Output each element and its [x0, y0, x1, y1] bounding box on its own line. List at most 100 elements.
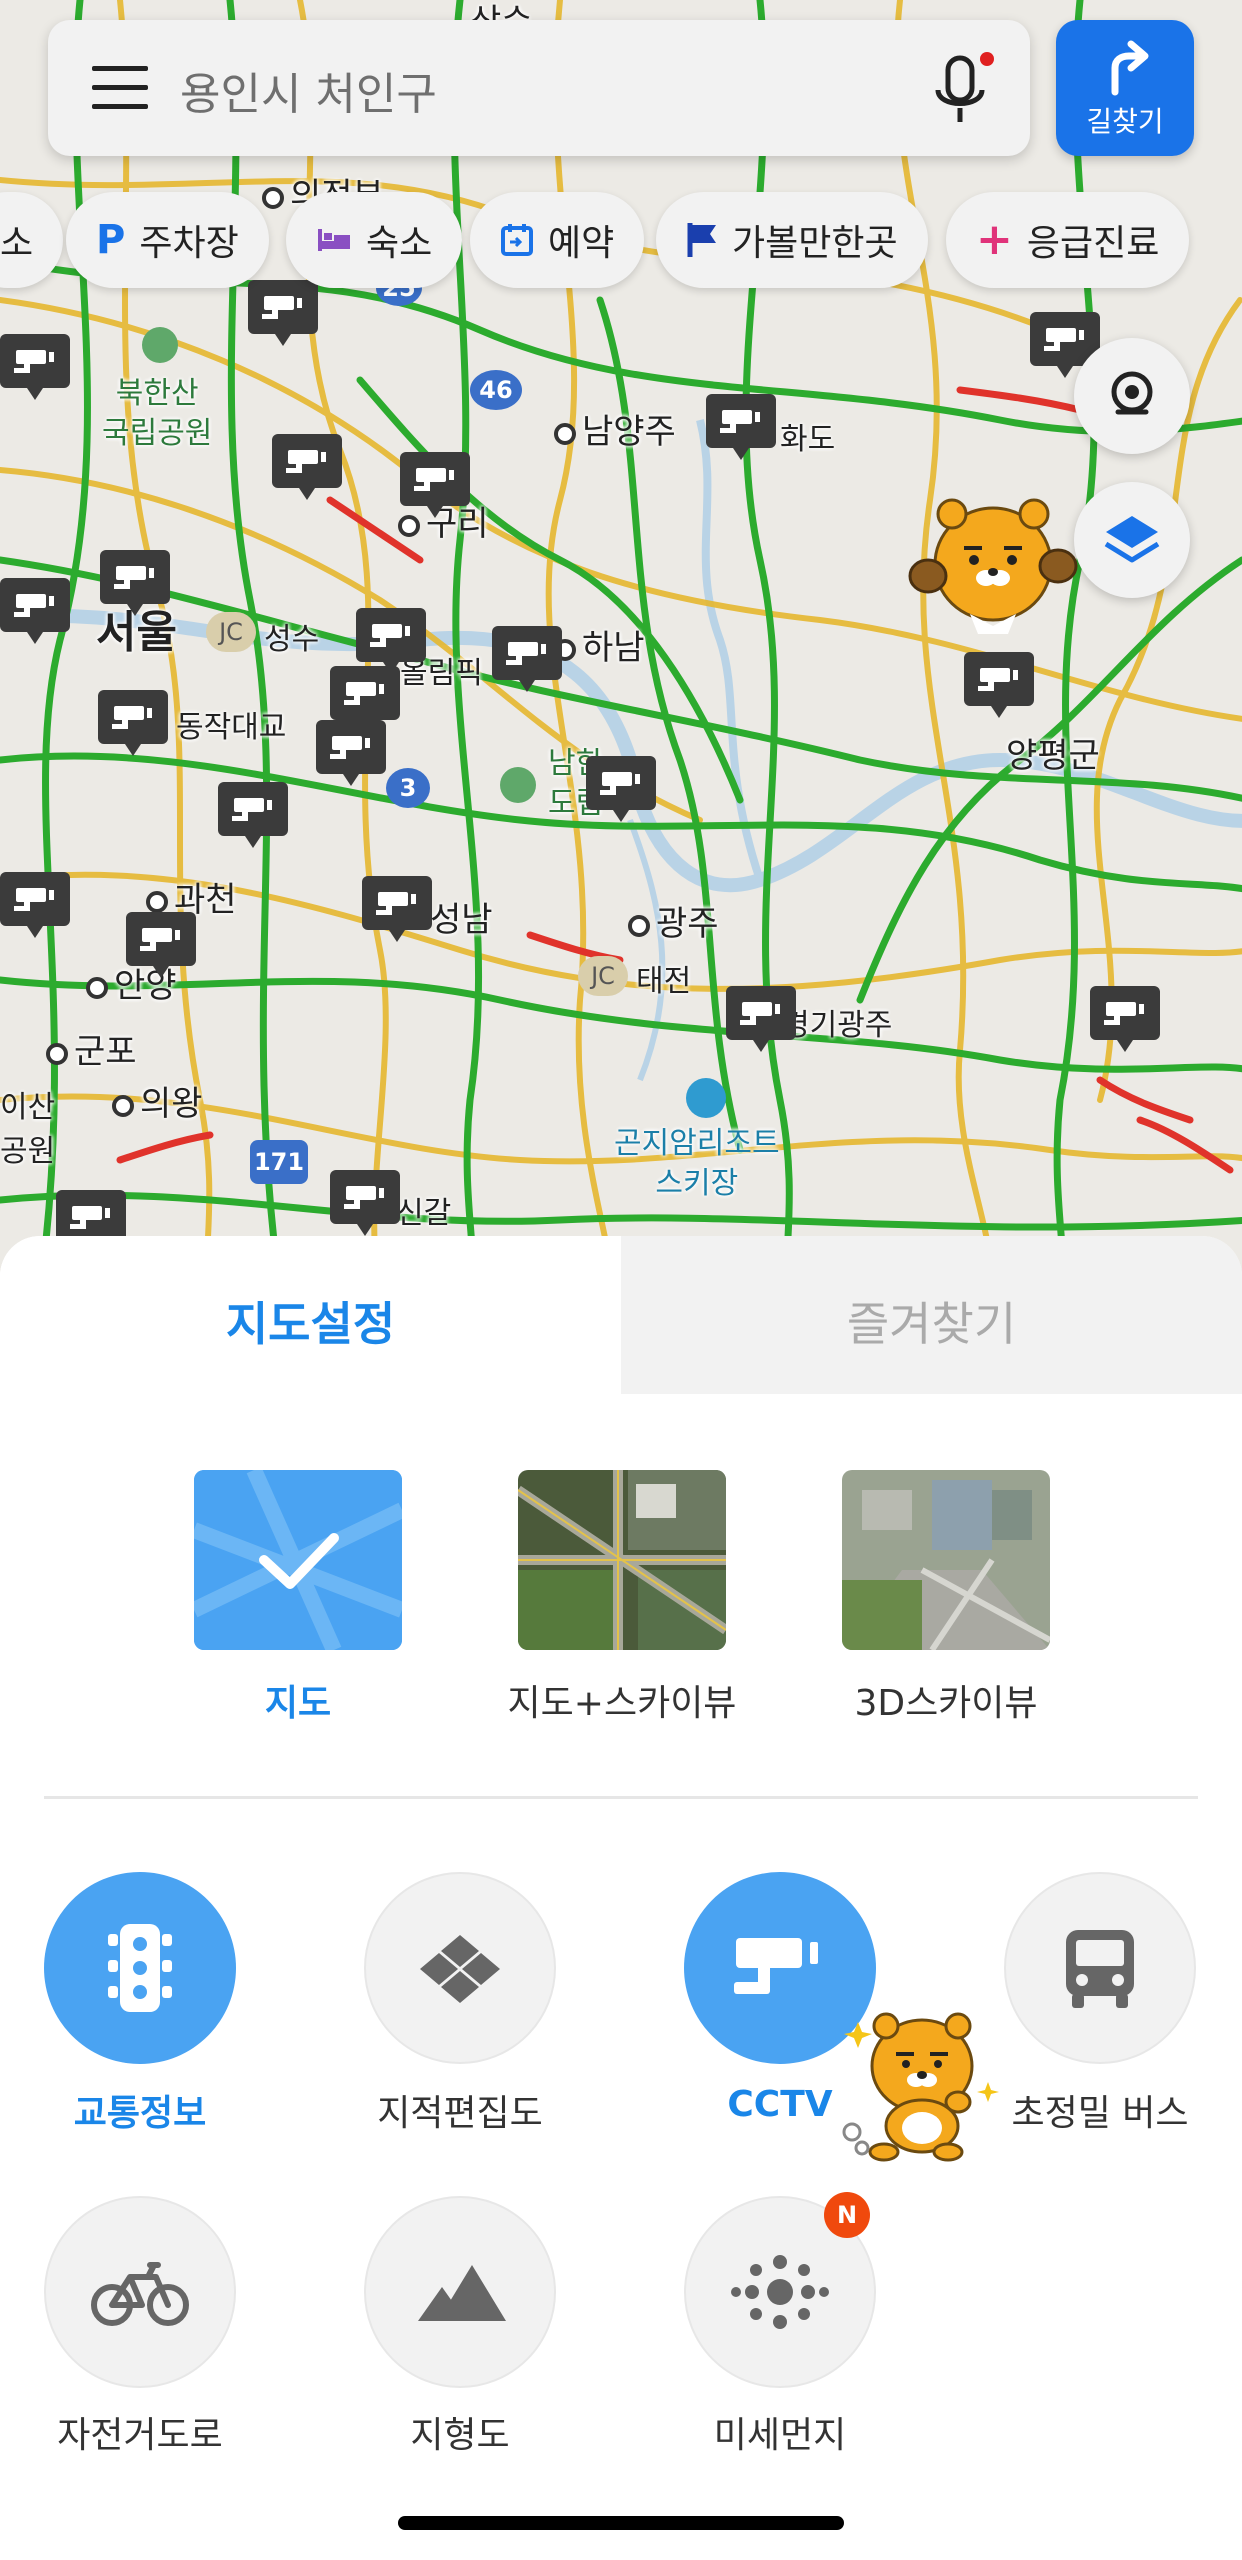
- layer-label-traffic: 교통정보: [73, 2093, 207, 2134]
- layer-label-bicycle: 자전거도로: [57, 2415, 223, 2456]
- parking-icon: P: [96, 217, 126, 263]
- cctv-marker[interactable]: [726, 986, 796, 1052]
- route-arrow-icon: [1111, 40, 1149, 96]
- current-location-button[interactable]: [1074, 338, 1190, 454]
- map-label-konjiam: 곤지암리조트 스키장: [614, 1126, 780, 1201]
- layer-bicycle-button[interactable]: [44, 2196, 236, 2388]
- cctv-marker[interactable]: [0, 872, 70, 938]
- calendar-icon: [500, 222, 534, 258]
- cctv-marker[interactable]: [356, 608, 426, 674]
- mountain-icon: [418, 2265, 506, 2321]
- layer-traffic-button[interactable]: [44, 1872, 236, 2064]
- map-label-uiwang: 의왕: [112, 1076, 203, 1125]
- layer-label-terrain: 지형도: [410, 2415, 510, 2456]
- route-button[interactable]: 길찾기: [1056, 20, 1194, 156]
- layer-label-dust: 미세먼지: [713, 2415, 847, 2456]
- map-label-hanam: 하남: [554, 620, 645, 669]
- traffic-light-icon: [108, 1924, 172, 2012]
- chip-reservation[interactable]: 예약: [470, 192, 645, 288]
- ryan-mascot-map: [908, 498, 1078, 634]
- chip-emergency[interactable]: + 응급진료: [946, 192, 1190, 288]
- 3d-skyview-thumbnail: [842, 1470, 1050, 1650]
- cctv-marker[interactable]: [248, 280, 318, 346]
- chip-label: 숙소: [366, 223, 433, 264]
- highway-shield-46: 46: [470, 370, 522, 410]
- ryan-mascot-sheet: [842, 2012, 999, 2162]
- cctv-marker[interactable]: [0, 578, 70, 644]
- skyview-thumbnail: [518, 1470, 726, 1650]
- new-badge: N: [824, 2192, 870, 2238]
- layers-icon: [1104, 516, 1160, 563]
- route-button-label: 길찾기: [1086, 105, 1164, 138]
- layer-bus-button[interactable]: [1004, 1872, 1196, 2064]
- chip-label: 예약: [548, 223, 615, 264]
- layer-label-cadastral: 지적편집도: [377, 2093, 543, 2134]
- cctv-marker[interactable]: [316, 720, 386, 786]
- microphone-icon[interactable]: [930, 52, 994, 132]
- map-label-yangpyeong: 양평군: [1006, 736, 1100, 776]
- tab-map-settings[interactable]: 지도설정: [0, 1236, 621, 1396]
- maptype-map[interactable]: [194, 1470, 402, 1650]
- hamburger-menu-icon[interactable]: [92, 66, 148, 110]
- layer-terrain-button[interactable]: [364, 2196, 556, 2388]
- search-input[interactable]: 용인시 처인구: [180, 58, 437, 122]
- cctv-marker[interactable]: [330, 666, 400, 732]
- chip-label: 소: [0, 223, 34, 264]
- cctv-icon: [734, 1938, 818, 1994]
- bed-icon: [316, 225, 352, 255]
- layer-cadastral-button[interactable]: [364, 1872, 556, 2064]
- location-icon: [1111, 371, 1153, 415]
- bus-icon: [1066, 1930, 1134, 2008]
- highway-shield-171: 171: [250, 1140, 308, 1184]
- maptype-label-map-skyview: 지도+스카이뷰: [507, 1683, 737, 1724]
- chip-label: 가볼만한곳: [732, 223, 898, 264]
- map-label-seongsu: 성수: [264, 622, 320, 657]
- map-label-singal: 신갈: [396, 1196, 452, 1231]
- cctv-marker[interactable]: [1090, 986, 1160, 1052]
- cctv-marker[interactable]: [964, 652, 1034, 718]
- chip-parking[interactable]: P 주차장: [66, 192, 269, 288]
- map-label-gyeonggi-gwangju: 경기광주: [782, 1008, 893, 1043]
- cctv-marker[interactable]: [98, 690, 168, 756]
- map-label-isan: 이산: [0, 1090, 56, 1125]
- maptype-map-skyview[interactable]: [518, 1470, 726, 1650]
- home-indicator: [398, 2516, 844, 2530]
- cctv-marker[interactable]: [706, 394, 776, 460]
- maptype-3d-skyview[interactable]: [842, 1470, 1050, 1650]
- map-view[interactable]: 25 46 3 171 의정부 상수 북한산 국립공원 남양주 화도 구리 서울…: [0, 0, 1242, 1280]
- map-layers-button[interactable]: [1074, 482, 1190, 598]
- cctv-marker[interactable]: [218, 782, 288, 848]
- bottom-sheet: 지도설정 즐겨찾기 지도 지도+스카이뷰 3D스카이뷰 교통정보 지적편집도 C…: [0, 1236, 1242, 2560]
- chip-attractions[interactable]: 가볼만한곳: [656, 192, 928, 288]
- map-label-bukhansan: 북한산 국립공원: [102, 376, 213, 451]
- cctv-marker[interactable]: [330, 1170, 400, 1236]
- map-label-dongjak: 동작대교: [176, 710, 287, 745]
- cctv-marker[interactable]: [400, 452, 470, 518]
- flag-icon: [686, 221, 718, 259]
- map-thumbnail: [194, 1470, 402, 1650]
- cctv-marker[interactable]: [492, 626, 562, 692]
- plus-icon: +: [976, 214, 1013, 265]
- map-label-seongnam: 성남: [430, 900, 493, 940]
- cctv-marker[interactable]: [0, 334, 70, 400]
- cctv-marker[interactable]: [362, 876, 432, 942]
- search-bar[interactable]: 용인시 처인구: [48, 20, 1030, 156]
- map-label-gongwon: 공원: [0, 1134, 56, 1169]
- chip-label: 주차장: [139, 223, 239, 264]
- tab-favorites[interactable]: 즐겨찾기: [621, 1236, 1242, 1394]
- bicycle-icon: [91, 2262, 189, 2326]
- chip-lodging[interactable]: 숙소: [286, 192, 463, 288]
- cctv-marker[interactable]: [272, 434, 342, 500]
- cctv-marker[interactable]: [100, 550, 170, 616]
- cctv-marker[interactable]: [126, 912, 196, 978]
- maptype-label-map: 지도: [264, 1683, 332, 1724]
- maptype-label-3d-skyview: 3D스카이뷰: [854, 1683, 1038, 1724]
- tab-label: 지도설정: [225, 1297, 396, 1351]
- dust-icon: [731, 2255, 829, 2329]
- map-label-hwado: 화도: [780, 422, 836, 457]
- map-label-taejeon: 태전: [636, 964, 692, 999]
- chip-label: 응급진료: [1026, 223, 1160, 264]
- cctv-marker[interactable]: [586, 756, 656, 822]
- highway-shield-3: 3: [386, 768, 430, 808]
- map-label-jc1: JC: [206, 612, 256, 652]
